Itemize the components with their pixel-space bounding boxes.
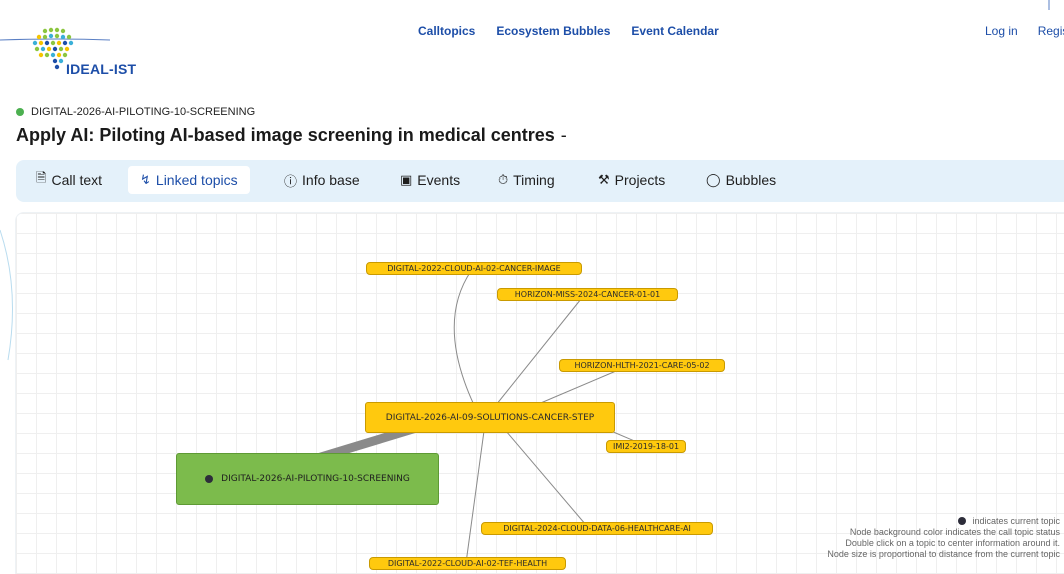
tab-projects[interactable]: ⚒ Projects — [586, 166, 677, 194]
tab-events[interactable]: ▣ Events — [388, 166, 472, 194]
edge-tef-health — [465, 430, 485, 564]
tab-call-text[interactable]: 🗎 Call text — [24, 166, 114, 194]
tab-label: Bubbles — [725, 172, 777, 188]
logo-text: IDEAL-IST — [66, 61, 137, 77]
site-header: IDEAL-IST Calltopics Ecosystem Bubbles E… — [0, 0, 1064, 92]
login-link[interactable]: Log in — [985, 24, 1018, 38]
tab-label: Call text — [51, 172, 103, 188]
tab-linked-topics[interactable]: ↯ Linked topics — [128, 166, 250, 194]
document-icon: 🗎 — [36, 170, 47, 185]
legend-line-4: Node size is proportional to distance fr… — [827, 549, 1060, 559]
topic-code: DIGITAL-2026-AI-PILOTING-10-SCREENING — [16, 106, 255, 118]
legend-line-3: Double click on a topic to center inform… — [845, 538, 1060, 548]
nav-calltopics[interactable]: Calltopics — [418, 24, 475, 38]
edge-hlth-care — [535, 370, 617, 406]
topic-code-text: DIGITAL-2026-AI-PILOTING-10-SCREENING — [31, 106, 256, 118]
legend-line-2: Node background color indicates the call… — [849, 527, 1060, 537]
tab-info-base[interactable]: ⓘ Info base — [272, 166, 372, 194]
tab-label: Timing — [513, 172, 555, 188]
linked-topics-graph[interactable]: DIGITAL-2022-CLOUD-AI-02-CANCER-IMAGE HO… — [16, 213, 1064, 574]
network-icon: ↯ — [140, 172, 151, 187]
page-title-text: Apply AI: Piloting AI-based image screen… — [16, 125, 555, 145]
legend-line-1: indicates current topic — [972, 516, 1060, 526]
tab-bar: 🗎 Call text ↯ Linked topics ⓘ Info base … — [16, 160, 1064, 202]
tab-bubbles[interactable]: ◯ Bubbles — [694, 166, 788, 194]
tab-label: Info base — [302, 172, 360, 188]
timer-icon: ⏱ — [498, 172, 509, 187]
tab-label: Projects — [614, 172, 666, 188]
edge-healthcare-ai — [505, 430, 587, 526]
current-topic-dot-icon — [205, 475, 214, 483]
tab-label: Events — [417, 172, 461, 188]
nav-event-calendar[interactable]: Event Calendar — [631, 24, 718, 38]
tab-timing[interactable]: ⏱ Timing — [486, 166, 567, 194]
graph-node[interactable]: HORIZON-HLTH-2021-CARE-05-02 — [559, 359, 725, 372]
auth-navigation: Log in Regis — [985, 24, 1064, 38]
graph-node-current-label: DIGITAL-2026-AI-PILOTING-10-SCREENING — [221, 474, 410, 484]
edge-miss-cancer — [495, 298, 582, 406]
tab-label: Linked topics — [155, 172, 238, 188]
nav-ecosystem-bubbles[interactable]: Ecosystem Bubbles — [496, 24, 610, 38]
graph-node-center[interactable]: DIGITAL-2026-AI-09-SOLUTIONS-CANCER-STEP — [365, 402, 615, 433]
tools-icon: ⚒ — [598, 172, 610, 187]
main-navigation: Calltopics Ecosystem Bubbles Event Calen… — [418, 24, 719, 38]
register-link[interactable]: Regis — [1038, 24, 1064, 38]
graph-node[interactable]: DIGITAL-2024-CLOUD-DATA-06-HEALTHCARE-AI — [481, 522, 713, 535]
bubble-icon: ◯ — [706, 172, 721, 187]
edge-cancer-image — [453, 270, 475, 406]
graph-node[interactable]: DIGITAL-2022-CLOUD-AI-02-CANCER-IMAGE — [366, 262, 582, 275]
status-dot-icon — [16, 108, 24, 116]
current-topic-dot-icon — [958, 517, 967, 525]
graph-node[interactable]: DIGITAL-2022-CLOUD-AI-02-TEF-HEALTH — [369, 557, 566, 570]
graph-legend: indicates current topic Node background … — [827, 516, 1060, 560]
graph-node[interactable]: IMI2-2019-18-01 — [606, 440, 686, 453]
calendar-icon: ▣ — [400, 172, 413, 187]
title-suffix: - — [560, 125, 567, 145]
graph-node[interactable]: HORIZON-MISS-2024-CANCER-01-01 — [497, 288, 678, 301]
graph-node-current[interactable]: DIGITAL-2026-AI-PILOTING-10-SCREENING — [176, 453, 439, 505]
info-icon: ⓘ — [284, 173, 298, 189]
page-title: Apply AI: Piloting AI-based image screen… — [16, 125, 567, 146]
